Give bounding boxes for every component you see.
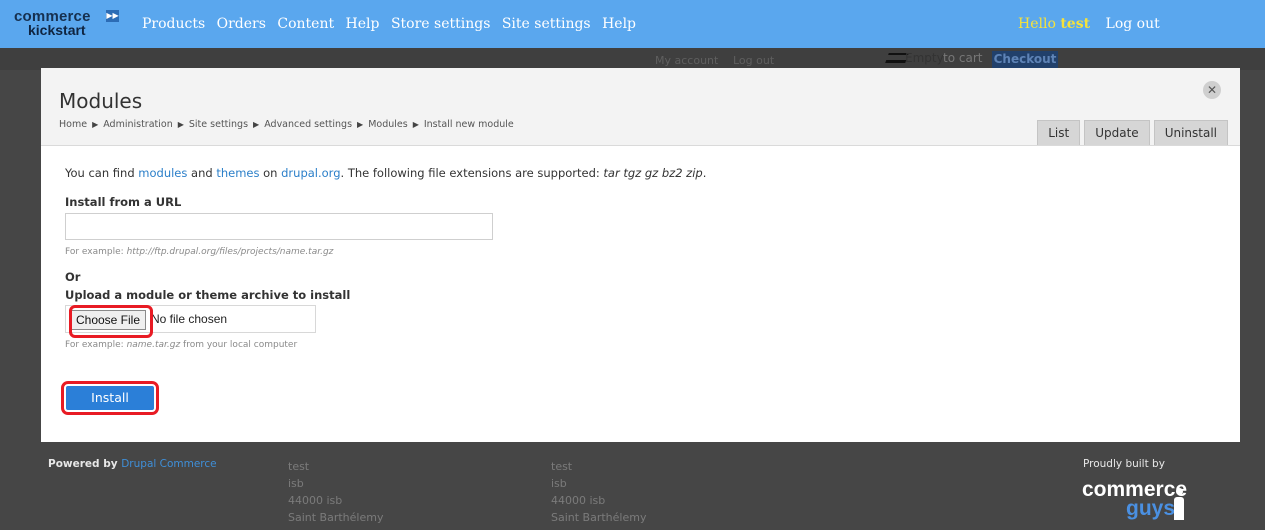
menu-products[interactable]: Products xyxy=(142,16,205,32)
address2-postal: 44000 isb xyxy=(551,494,606,507)
person-icon xyxy=(1174,488,1184,520)
address1-name: test xyxy=(288,460,310,473)
admin-toolbar: commerce kickstart ▶▶ Products Orders Co… xyxy=(0,0,1265,48)
address2-name: test xyxy=(551,460,573,473)
upload-desc-example: name.tar.gz xyxy=(126,340,181,350)
cart-empty-text-2: to cart xyxy=(943,51,983,65)
install-url-input[interactable] xyxy=(65,213,493,240)
breadcrumb-home[interactable]: Home xyxy=(59,119,87,130)
address1-country: Saint Barthélemy xyxy=(288,511,384,524)
commerce-guys-logo[interactable]: commerce guys xyxy=(1082,478,1192,524)
close-icon[interactable]: ✕ xyxy=(1203,81,1221,99)
admin-menu: Products Orders Content Help Store setti… xyxy=(142,16,643,32)
logo-text-kickstart: kickstart xyxy=(28,22,86,38)
breadcrumb-administration[interactable]: Administration xyxy=(103,119,173,130)
powered-prefix: Powered by xyxy=(48,458,118,470)
drupal-org-link[interactable]: drupal.org xyxy=(281,166,340,180)
modules-link[interactable]: modules xyxy=(138,166,187,180)
background-header-bar: My account Log out Empty to cart Checkou… xyxy=(0,48,1265,70)
intro-suffix: . The following file extensions are supp… xyxy=(340,166,604,180)
address2-city: isb xyxy=(551,477,567,490)
menu-content[interactable]: Content xyxy=(277,16,334,32)
commerce-kickstart-logo[interactable]: commerce kickstart ▶▶ xyxy=(14,8,124,43)
powered-by: Powered by Drupal Commerce xyxy=(48,458,217,470)
breadcrumb-current: Install new module xyxy=(423,119,514,130)
breadcrumb-arrow-icon: ▶ xyxy=(177,120,184,129)
intro-prefix: You can find xyxy=(65,166,139,180)
url-desc-prefix: For example: xyxy=(65,247,127,257)
username[interactable]: test xyxy=(1060,16,1090,32)
upload-desc-prefix: For example: xyxy=(65,340,127,350)
overlay-header: Modules Home ▶ Administration ▶ Site setting… xyxy=(41,68,1240,146)
intro-end: . xyxy=(702,166,707,180)
breadcrumb-advanced-settings[interactable]: Advanced settings xyxy=(264,119,352,130)
menu-orders[interactable]: Orders xyxy=(217,16,266,32)
greeting-text: Hello xyxy=(1018,16,1056,32)
url-field-label: Install from a URL xyxy=(65,195,182,209)
user-box: Hello test Log out xyxy=(1018,16,1160,32)
or-label: Or xyxy=(65,270,81,284)
upload-field-label: Upload a module or theme archive to inst… xyxy=(65,288,351,302)
url-desc-example: http://ftp.drupal.org/files/projects/nam… xyxy=(126,247,334,257)
page-title: Modules xyxy=(59,89,143,113)
themes-link[interactable]: themes xyxy=(216,166,259,180)
supported-extensions: tar tgz gz bz2 zip xyxy=(603,166,703,180)
breadcrumb-arrow-icon: ▶ xyxy=(412,120,419,129)
intro-and: and xyxy=(187,166,217,180)
intro-on: on xyxy=(259,166,282,180)
address1-postal: 44000 isb xyxy=(288,494,343,507)
secondary-tabs: List Update Uninstall xyxy=(1033,120,1228,145)
tab-list[interactable]: List xyxy=(1037,120,1081,145)
intro-text: You can find modules and themes on drupa… xyxy=(65,166,706,180)
fast-forward-icon: ▶▶ xyxy=(106,10,119,22)
upload-field-description: For example: name.tar.gz from your local… xyxy=(65,340,297,350)
bg-logout-link: Log out xyxy=(733,54,775,67)
menu-help-2[interactable]: Help xyxy=(602,16,636,32)
breadcrumb-modules[interactable]: Modules xyxy=(368,119,408,130)
breadcrumb-arrow-icon: ▶ xyxy=(253,120,260,129)
address1-city: isb xyxy=(288,477,304,490)
checkout-button: Checkout xyxy=(992,51,1058,68)
menu-site-settings[interactable]: Site settings xyxy=(502,16,591,32)
address2-country: Saint Barthélemy xyxy=(551,511,647,524)
breadcrumb-arrow-icon: ▶ xyxy=(92,120,99,129)
highlight-choose-file xyxy=(69,305,153,338)
tab-uninstall[interactable]: Uninstall xyxy=(1153,120,1228,145)
tab-update[interactable]: Update xyxy=(1084,120,1150,145)
proudly-built-by: Proudly built by xyxy=(1083,458,1165,470)
logout-link[interactable]: Log out xyxy=(1106,16,1160,32)
drupal-commerce-link[interactable]: Drupal Commerce xyxy=(121,458,216,470)
breadcrumb-site-settings[interactable]: Site settings xyxy=(189,119,248,130)
breadcrumb: Home ▶ Administration ▶ Site settings ▶ Advanc… xyxy=(59,119,514,130)
breadcrumb-arrow-icon: ▶ xyxy=(357,120,364,129)
my-account-link: My account xyxy=(655,54,719,67)
highlight-install xyxy=(61,381,159,415)
menu-help[interactable]: Help xyxy=(346,16,380,32)
cg-logo-guys: guys xyxy=(1126,497,1176,520)
menu-store-settings[interactable]: Store settings xyxy=(391,16,490,32)
overlay-content: You can find modules and themes on drupa… xyxy=(41,146,1240,442)
upload-desc-suffix: from your local computer xyxy=(180,340,298,350)
url-field-description: For example: http://ftp.drupal.org/files… xyxy=(65,247,333,257)
cart-empty-text: Empty xyxy=(905,51,944,65)
file-status-text: No file chosen xyxy=(151,312,228,326)
